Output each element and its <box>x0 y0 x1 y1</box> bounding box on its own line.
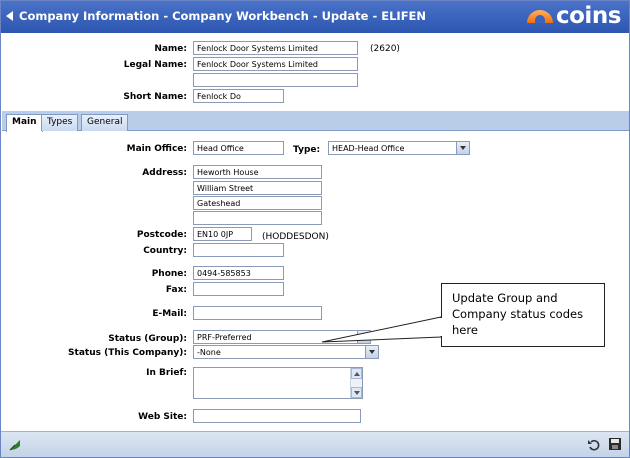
short-name-label: Short Name: <box>123 92 187 102</box>
status-company-select[interactable]: -None <box>193 345 379 359</box>
main-office-label: Main Office: <box>126 144 187 154</box>
website-label: Web Site: <box>138 412 187 422</box>
tab-general[interactable]: General <box>81 114 129 131</box>
postcode-input[interactable]: EN10 0JP <box>193 227 252 241</box>
legal-name-input[interactable]: Fenlock Door Systems Limited <box>193 57 358 71</box>
chevron-down-icon[interactable] <box>357 331 370 343</box>
name-label: Name: <box>154 44 187 54</box>
scroll-down-icon[interactable] <box>351 387 362 398</box>
phone-input[interactable]: 0494-585853 <box>193 266 284 280</box>
in-brief-textarea[interactable] <box>193 367 363 399</box>
company-code: (2620) <box>370 44 400 54</box>
back-arrow-icon[interactable] <box>6 11 13 21</box>
type-label: Type: <box>293 145 321 155</box>
postcode-label: Postcode: <box>136 230 187 240</box>
status-group-select[interactable]: PRF-Preferred <box>193 330 371 344</box>
window-title: Company Information - Company Workbench … <box>19 9 427 23</box>
legal-name-line2-input[interactable] <box>193 73 358 87</box>
email-input[interactable] <box>193 306 322 320</box>
address-line1-input[interactable]: Heworth House <box>193 165 322 179</box>
short-name-input[interactable]: Fenlock Do <box>193 89 284 103</box>
type-select[interactable]: HEAD-Head Office <box>328 141 470 155</box>
phone-label: Phone: <box>151 269 187 279</box>
chevron-down-icon[interactable] <box>456 142 469 154</box>
chevron-down-icon[interactable] <box>365 346 378 358</box>
callout-box: Update Group and Company status codes he… <box>441 283 605 347</box>
bottom-toolbar <box>1 431 629 457</box>
country-label: Country: <box>143 246 187 256</box>
postcode-lookup: (HODDESDON) <box>262 232 329 242</box>
legal-name-label: Legal Name: <box>123 60 187 70</box>
country-input[interactable] <box>193 243 284 257</box>
fax-label: Fax: <box>165 285 187 295</box>
name-input[interactable]: Fenlock Door Systems Limited <box>193 41 358 55</box>
address-line3-input[interactable]: Gateshead <box>193 196 322 210</box>
tab-types[interactable]: Types <box>41 114 79 131</box>
status-group-label: Status (Group): <box>108 334 187 344</box>
leaf-icon[interactable] <box>8 438 22 452</box>
fax-input[interactable] <box>193 282 284 296</box>
status-company-label: Status (This Company): <box>68 348 187 358</box>
address-label: Address: <box>142 168 187 178</box>
address-line4-input[interactable] <box>193 211 322 225</box>
address-line2-input[interactable]: William Street <box>193 181 322 195</box>
tab-main[interactable]: Main <box>6 114 43 132</box>
coins-logo: coins <box>527 3 621 30</box>
email-label: E-Mail: <box>152 309 187 319</box>
tab-strip: Main Types General <box>2 111 629 132</box>
website-input[interactable] <box>193 409 361 423</box>
type-select-value: HEAD-Head Office <box>332 144 405 153</box>
window-frame: Company Information - Company Workbench … <box>0 0 630 458</box>
in-brief-scrollbar[interactable] <box>350 368 362 398</box>
main-office-input[interactable]: Head Office <box>193 141 284 155</box>
logo-wordmark: coins <box>556 3 621 29</box>
logo-dome-icon <box>527 10 553 23</box>
status-company-value: -None <box>197 348 221 357</box>
in-brief-label: In Brief: <box>146 368 187 378</box>
undo-icon[interactable] <box>587 438 601 452</box>
title-bar: Company Information - Company Workbench … <box>1 1 629 33</box>
status-group-value: PRF-Preferred <box>197 333 252 342</box>
scroll-up-icon[interactable] <box>351 368 362 379</box>
save-icon[interactable] <box>608 437 622 451</box>
